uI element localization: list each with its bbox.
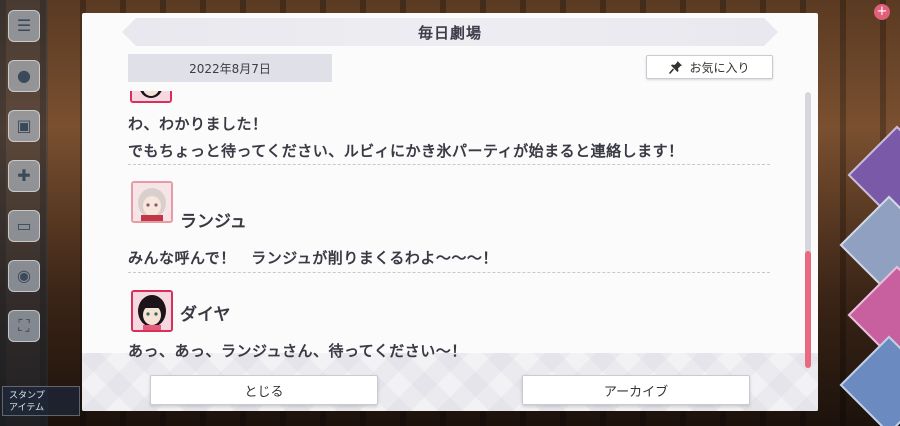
dialogue-line: でもちょっと待ってください、ルビィにかき氷パーティが始まると連絡します！ [128, 142, 684, 160]
close-button[interactable]: とじる [150, 375, 378, 405]
screen-button[interactable]: ▭ [8, 210, 40, 242]
scrollbar-thumb[interactable] [805, 251, 811, 368]
menu-button[interactable]: ☰ [8, 10, 40, 42]
menu-icon: ☰ [16, 16, 32, 35]
date-label: 2022年8月7日 [128, 54, 332, 82]
speaker-name-dia: ダイヤ [180, 305, 231, 325]
album-button[interactable]: ▣ [8, 110, 40, 142]
favorite-label: お気に入り [689, 60, 750, 75]
dialogue-line: わ、わかりました！ [128, 115, 268, 133]
stamp-item-button[interactable]: スタンプ アイテム [2, 386, 80, 416]
fullscreen-icon: ⛶ [18, 316, 30, 335]
camera-button[interactable]: ◉ [8, 260, 40, 292]
chat-button[interactable]: ● [8, 60, 40, 92]
fullscreen-button[interactable]: ⛶ [8, 310, 40, 342]
stamp-label-line1: スタンプ [9, 391, 45, 401]
dialogue-line: みんな呼んで！ ランジュが削りまくるわよ〜〜〜！ [128, 249, 498, 267]
dialogue-divider [128, 272, 770, 273]
date-text: 2022年8月7日 [189, 61, 271, 76]
archive-button[interactable]: アーカイブ [522, 375, 750, 405]
avatar-dia-partial [130, 91, 172, 103]
menu-tile-navy[interactable] [839, 335, 900, 426]
avatar-lanzhu [131, 181, 173, 223]
speaker-name-lanzhu: ランジュ [180, 212, 247, 232]
album-icon: ▣ [16, 116, 32, 135]
add-currency-button[interactable]: + [874, 4, 890, 20]
dialogue-divider [128, 164, 770, 165]
modal-title-bar: 毎日劇場 [122, 18, 778, 46]
screen-icon: ▭ [16, 216, 32, 235]
left-menu-bar: ☰ ● ▣ ✚ ▭ ◉ ⛶ [0, 0, 48, 426]
archive-label: アーカイブ [603, 384, 669, 400]
dialogue-line: あっ、あっ、ランジュさん、待ってください〜！ [128, 342, 467, 360]
avatar-dia [131, 290, 173, 332]
gift-icon: ✚ [17, 166, 31, 185]
chat-icon: ● [17, 66, 31, 85]
stamp-label-line2: アイテム [9, 403, 45, 413]
right-menu-bar: + [810, 0, 900, 426]
camera-icon: ◉ [17, 266, 31, 285]
dialogue-list[interactable]: わ、わかりました！ でもちょっと待ってください、ルビィにかき氷パーティが始まると… [82, 91, 818, 361]
pin-icon [669, 60, 683, 74]
modal-title: 毎日劇場 [417, 23, 482, 42]
favorite-button[interactable]: お気に入り [646, 55, 773, 79]
daily-theater-modal: 毎日劇場 2022年8月7日 お気に入り わ、わかりました！ でもちょっと待って… [82, 13, 818, 411]
close-label: とじる [244, 384, 284, 400]
gift-button[interactable]: ✚ [8, 160, 40, 192]
